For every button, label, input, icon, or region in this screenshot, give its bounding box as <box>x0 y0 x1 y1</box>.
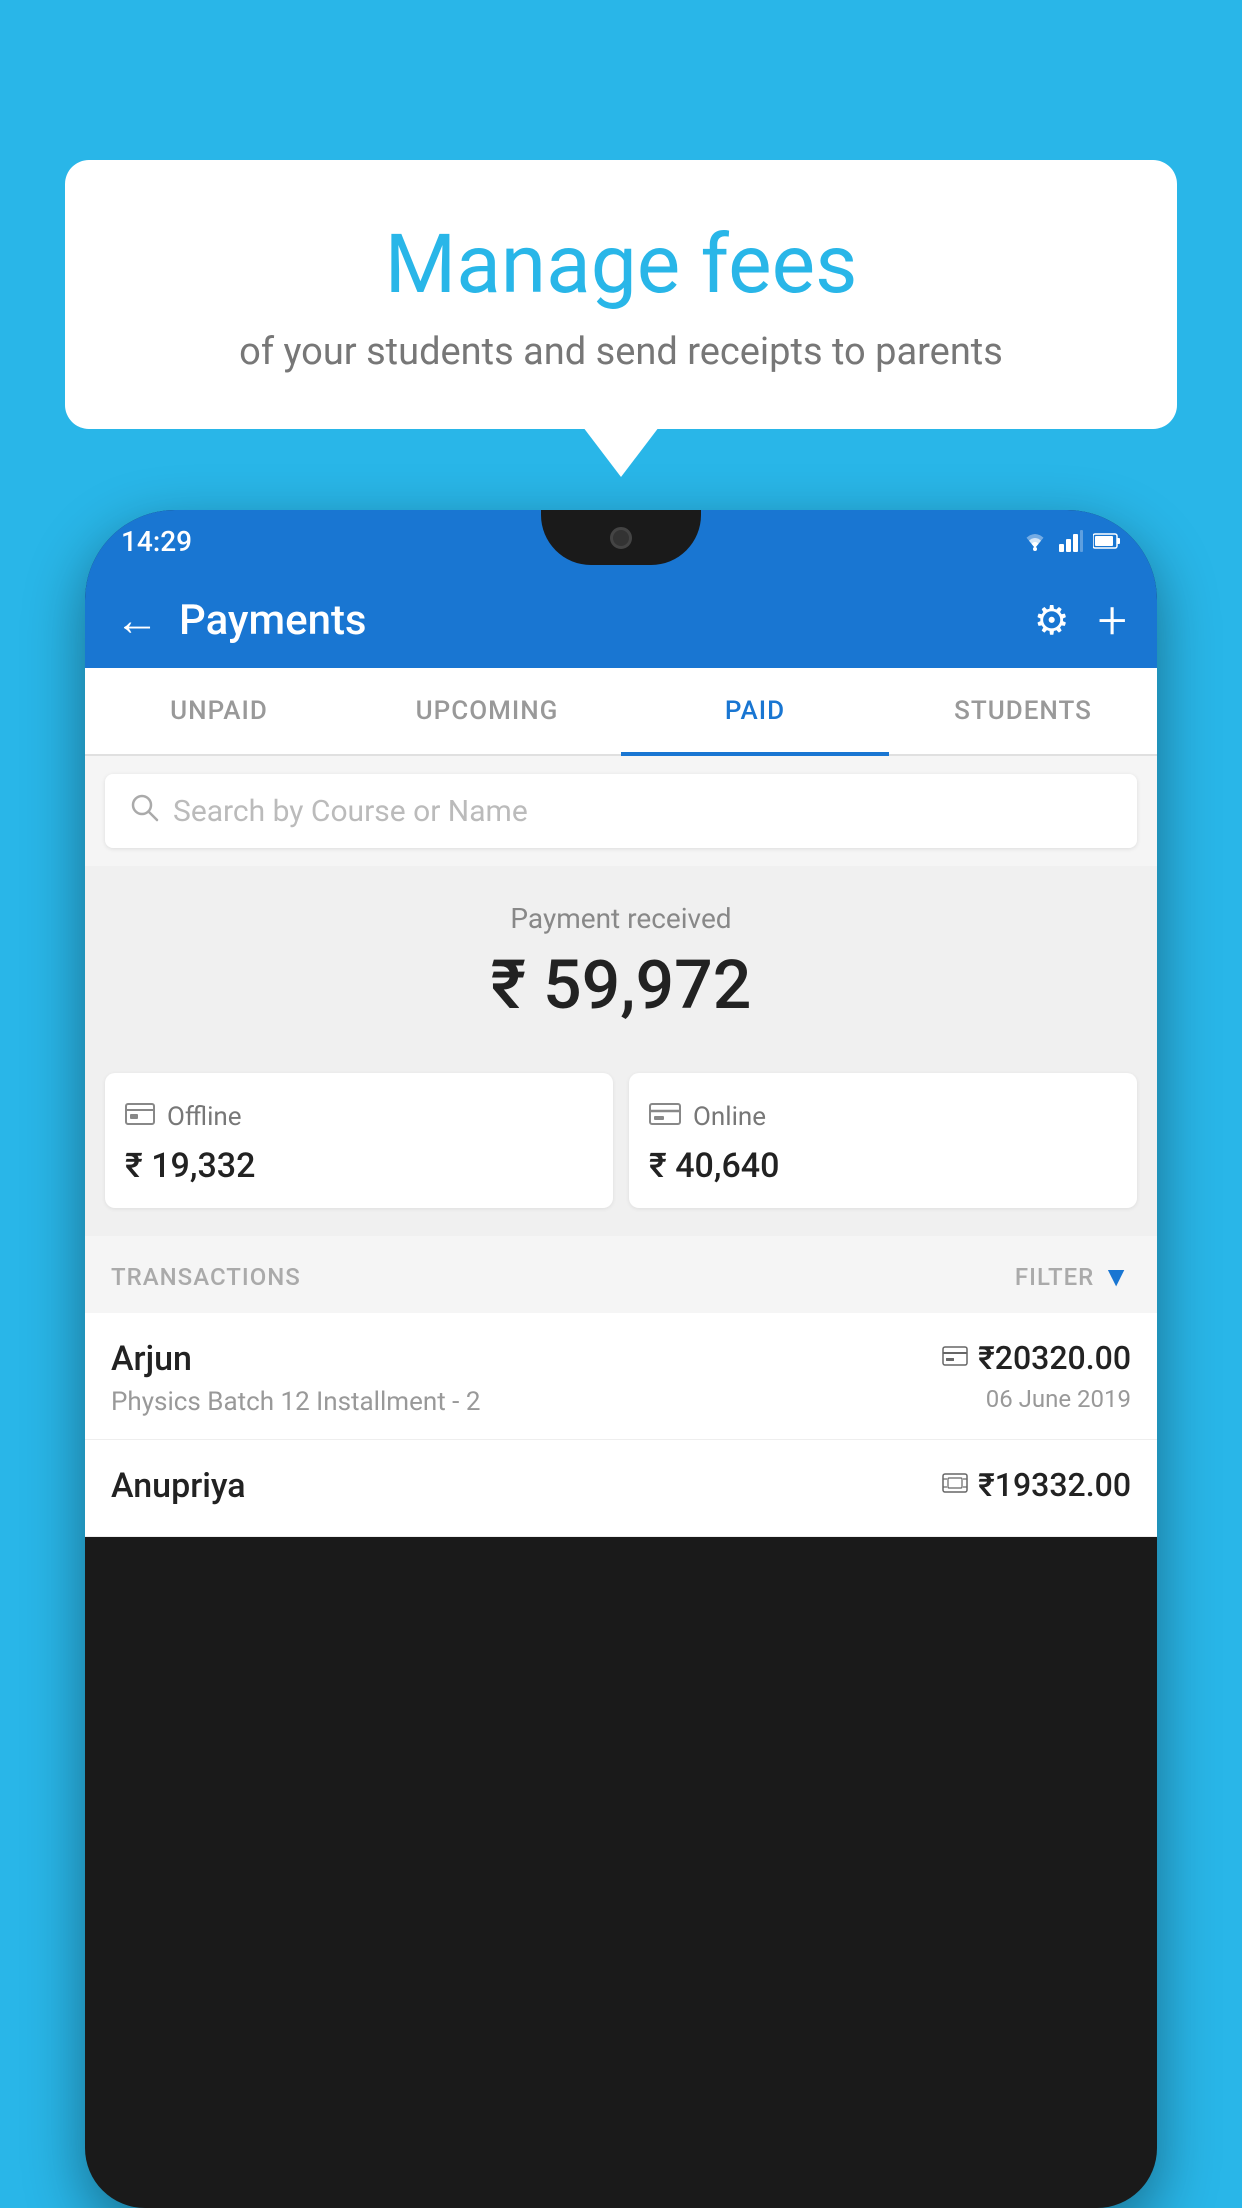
transaction-name-2: Anupriya <box>111 1466 246 1506</box>
transaction-amount-1: ₹20320.00 <box>978 1339 1131 1377</box>
filter-label: FILTER <box>1015 1263 1094 1291</box>
online-card: Online ₹ 40,640 <box>629 1073 1137 1208</box>
transactions-header: TRANSACTIONS FILTER ▼ <box>85 1236 1157 1313</box>
offline-card: Offline ₹ 19,332 <box>105 1073 613 1208</box>
transaction-left-1: Arjun Physics Batch 12 Installment - 2 <box>111 1339 480 1417</box>
back-button[interactable]: ← <box>115 594 159 646</box>
offline-amount: ₹ 19,332 <box>125 1146 593 1186</box>
bubble-title: Manage fees <box>115 220 1127 310</box>
settings-icon[interactable]: ⚙ <box>1034 597 1070 644</box>
payment-cards: Offline ₹ 19,332 Online ₹ 40,640 <box>85 1053 1157 1236</box>
payment-summary: Payment received ₹ 59,972 <box>85 866 1157 1053</box>
wifi-icon <box>1021 530 1049 552</box>
filter-button[interactable]: FILTER ▼ <box>1015 1260 1131 1293</box>
notch-camera <box>610 527 632 549</box>
payment-received-label: Payment received <box>105 902 1137 935</box>
transaction-row-1[interactable]: Arjun Physics Batch 12 Installment - 2 ₹… <box>85 1313 1157 1440</box>
transaction-right-2: ₹19332.00 <box>942 1466 1131 1512</box>
cash-payment-icon-2 <box>942 1471 968 1499</box>
transaction-amount-2: ₹19332.00 <box>978 1466 1131 1504</box>
status-bar: 14:29 <box>85 510 1157 572</box>
speech-bubble: Manage fees of your students and send re… <box>65 160 1177 429</box>
battery-icon <box>1093 533 1121 549</box>
tabs-bar: UNPAID UPCOMING PAID STUDENTS <box>85 668 1157 756</box>
status-icons <box>1021 530 1121 552</box>
online-amount: ₹ 40,640 <box>649 1146 1117 1186</box>
payment-total-amount: ₹ 59,972 <box>105 945 1137 1025</box>
transaction-desc-1: Physics Batch 12 Installment - 2 <box>111 1387 480 1417</box>
transaction-left-2: Anupriya <box>111 1466 246 1514</box>
tab-students[interactable]: STUDENTS <box>889 668 1157 754</box>
offline-label: Offline <box>167 1102 242 1132</box>
transactions-label: TRANSACTIONS <box>111 1263 301 1291</box>
card-payment-icon-1 <box>942 1344 968 1372</box>
search-placeholder: Search by Course or Name <box>173 794 528 829</box>
notch <box>541 510 701 565</box>
phone-frame: 14:29 <box>85 510 1157 2208</box>
search-bar[interactable]: Search by Course or Name <box>105 774 1137 848</box>
transaction-date-1: 06 June 2019 <box>942 1385 1131 1413</box>
transaction-right-1: ₹20320.00 06 June 2019 <box>942 1339 1131 1413</box>
app-bar-actions: ⚙ + <box>1034 590 1127 651</box>
app-bar: ← Payments ⚙ + <box>85 572 1157 668</box>
app-bar-title: Payments <box>179 596 1014 645</box>
bubble-subtitle: of your students and send receipts to pa… <box>115 330 1127 374</box>
transaction-row-2[interactable]: Anupriya <box>85 1440 1157 1537</box>
transaction-name-1: Arjun <box>111 1339 480 1379</box>
tab-paid[interactable]: PAID <box>621 668 889 754</box>
transaction-list: Arjun Physics Batch 12 Installment - 2 ₹… <box>85 1313 1157 1537</box>
search-icon <box>129 792 159 830</box>
app-content: Search by Course or Name Payment receive… <box>85 756 1157 1537</box>
online-label: Online <box>693 1102 766 1132</box>
tab-upcoming[interactable]: UPCOMING <box>353 668 621 754</box>
status-time: 14:29 <box>121 525 192 558</box>
online-icon <box>649 1099 681 1134</box>
tab-unpaid[interactable]: UNPAID <box>85 668 353 754</box>
add-icon[interactable]: + <box>1098 590 1127 651</box>
offline-icon <box>125 1099 155 1134</box>
filter-icon: ▼ <box>1102 1260 1131 1293</box>
signal-icon <box>1059 530 1083 552</box>
